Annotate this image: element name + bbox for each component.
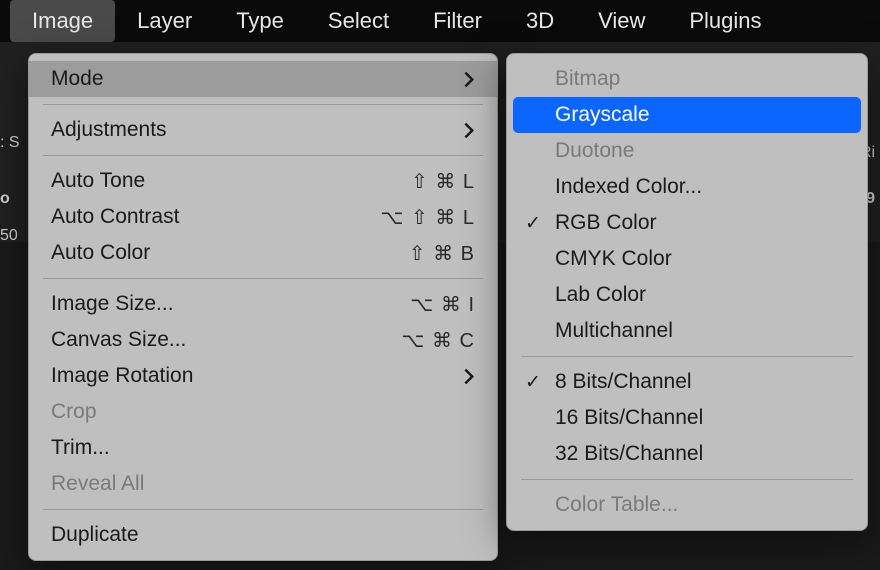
menu-separator xyxy=(43,509,483,510)
submenu-item-label: Duotone xyxy=(555,139,634,163)
menu-separator xyxy=(521,356,853,357)
menu-item-label: Auto Tone xyxy=(51,169,411,193)
submenu-item-label: Multichannel xyxy=(555,319,673,343)
menu-item-auto-tone[interactable]: Auto Tone ⇧ ⌘ L xyxy=(29,163,497,199)
menu-separator xyxy=(43,278,483,279)
bg-text: 50 xyxy=(0,227,18,245)
submenu-item-duotone: Duotone xyxy=(507,133,867,169)
menubar-item-type[interactable]: Type xyxy=(214,0,306,42)
menu-item-label: Duplicate xyxy=(51,523,475,547)
menu-item-label: Crop xyxy=(51,400,475,424)
bg-text: o xyxy=(0,190,10,208)
menu-item-reveal-all: Reveal All xyxy=(29,466,497,502)
submenu-item-label: CMYK Color xyxy=(555,247,672,271)
chevron-right-icon xyxy=(464,71,475,88)
menubar-item-image[interactable]: Image xyxy=(10,0,115,42)
menubar-item-select[interactable]: Select xyxy=(306,0,411,42)
submenu-item-lab-color[interactable]: Lab Color xyxy=(507,277,867,313)
submenu-item-32bits[interactable]: 32 Bits/Channel xyxy=(507,436,867,472)
submenu-item-label: 8 Bits/Channel xyxy=(555,370,692,394)
submenu-item-label: Grayscale xyxy=(555,103,650,127)
menu-item-label: Reveal All xyxy=(51,472,475,496)
image-menu-dropdown: Mode Adjustments Auto Tone ⇧ ⌘ L Auto Co… xyxy=(28,53,498,561)
keyboard-shortcut: ⌥ ⌘ C xyxy=(401,328,475,353)
keyboard-shortcut: ⇧ ⌘ B xyxy=(409,241,475,266)
menu-item-canvas-size[interactable]: Canvas Size... ⌥ ⌘ C xyxy=(29,322,497,358)
mode-submenu: Bitmap Grayscale Duotone Indexed Color..… xyxy=(506,53,868,531)
submenu-item-rgb-color[interactable]: ✓ RGB Color xyxy=(507,205,867,241)
menubar-item-plugins[interactable]: Plugins xyxy=(667,0,783,42)
menu-item-auto-contrast[interactable]: Auto Contrast ⌥ ⇧ ⌘ L xyxy=(29,199,497,235)
submenu-item-grayscale[interactable]: Grayscale xyxy=(513,97,861,133)
menu-item-label: Auto Contrast xyxy=(51,205,380,229)
menu-item-label: Image Size... xyxy=(51,292,410,316)
menu-item-crop: Crop xyxy=(29,394,497,430)
menu-item-label: Adjustments xyxy=(51,118,464,142)
menu-separator xyxy=(521,479,853,480)
submenu-item-multichannel[interactable]: Multichannel xyxy=(507,313,867,349)
submenu-item-cmyk-color[interactable]: CMYK Color xyxy=(507,241,867,277)
keyboard-shortcut: ⇧ ⌘ L xyxy=(411,169,475,194)
submenu-item-label: 32 Bits/Channel xyxy=(555,442,703,466)
menu-separator xyxy=(43,104,483,105)
menu-item-label: Canvas Size... xyxy=(51,328,401,352)
keyboard-shortcut: ⌥ ⌘ I xyxy=(410,292,475,317)
menu-item-label: Image Rotation xyxy=(51,364,464,388)
submenu-item-label: Color Table... xyxy=(555,493,678,517)
chevron-right-icon xyxy=(464,122,475,139)
submenu-item-bitmap: Bitmap xyxy=(507,61,867,97)
submenu-item-label: 16 Bits/Channel xyxy=(555,406,703,430)
submenu-item-label: RGB Color xyxy=(555,211,657,235)
checkmark-icon: ✓ xyxy=(525,371,541,394)
submenu-item-label: Indexed Color... xyxy=(555,175,702,199)
bg-text: : S xyxy=(0,134,20,152)
menubar-item-view[interactable]: View xyxy=(576,0,667,42)
menubar-item-layer[interactable]: Layer xyxy=(115,0,214,42)
menu-item-image-rotation[interactable]: Image Rotation xyxy=(29,358,497,394)
menu-item-mode[interactable]: Mode xyxy=(29,61,497,97)
menubar: Image Layer Type Select Filter 3D View P… xyxy=(0,0,880,42)
keyboard-shortcut: ⌥ ⇧ ⌘ L xyxy=(380,205,475,230)
submenu-item-label: Bitmap xyxy=(555,67,620,91)
menu-item-duplicate[interactable]: Duplicate xyxy=(29,517,497,553)
menu-separator xyxy=(43,155,483,156)
menu-item-image-size[interactable]: Image Size... ⌥ ⌘ I xyxy=(29,286,497,322)
submenu-item-label: Lab Color xyxy=(555,283,646,307)
checkmark-icon: ✓ xyxy=(525,212,541,235)
menu-item-trim[interactable]: Trim... xyxy=(29,430,497,466)
menu-item-label: Auto Color xyxy=(51,241,409,265)
menu-item-label: Mode xyxy=(51,67,464,91)
menu-item-adjustments[interactable]: Adjustments xyxy=(29,112,497,148)
submenu-item-8bits[interactable]: ✓ 8 Bits/Channel xyxy=(507,364,867,400)
submenu-item-color-table: Color Table... xyxy=(507,487,867,523)
menu-item-label: Trim... xyxy=(51,436,475,460)
submenu-item-indexed-color[interactable]: Indexed Color... xyxy=(507,169,867,205)
menubar-item-filter[interactable]: Filter xyxy=(411,0,504,42)
submenu-item-16bits[interactable]: 16 Bits/Channel xyxy=(507,400,867,436)
menu-item-auto-color[interactable]: Auto Color ⇧ ⌘ B xyxy=(29,235,497,271)
menubar-item-3d[interactable]: 3D xyxy=(504,0,576,42)
chevron-right-icon xyxy=(464,368,475,385)
